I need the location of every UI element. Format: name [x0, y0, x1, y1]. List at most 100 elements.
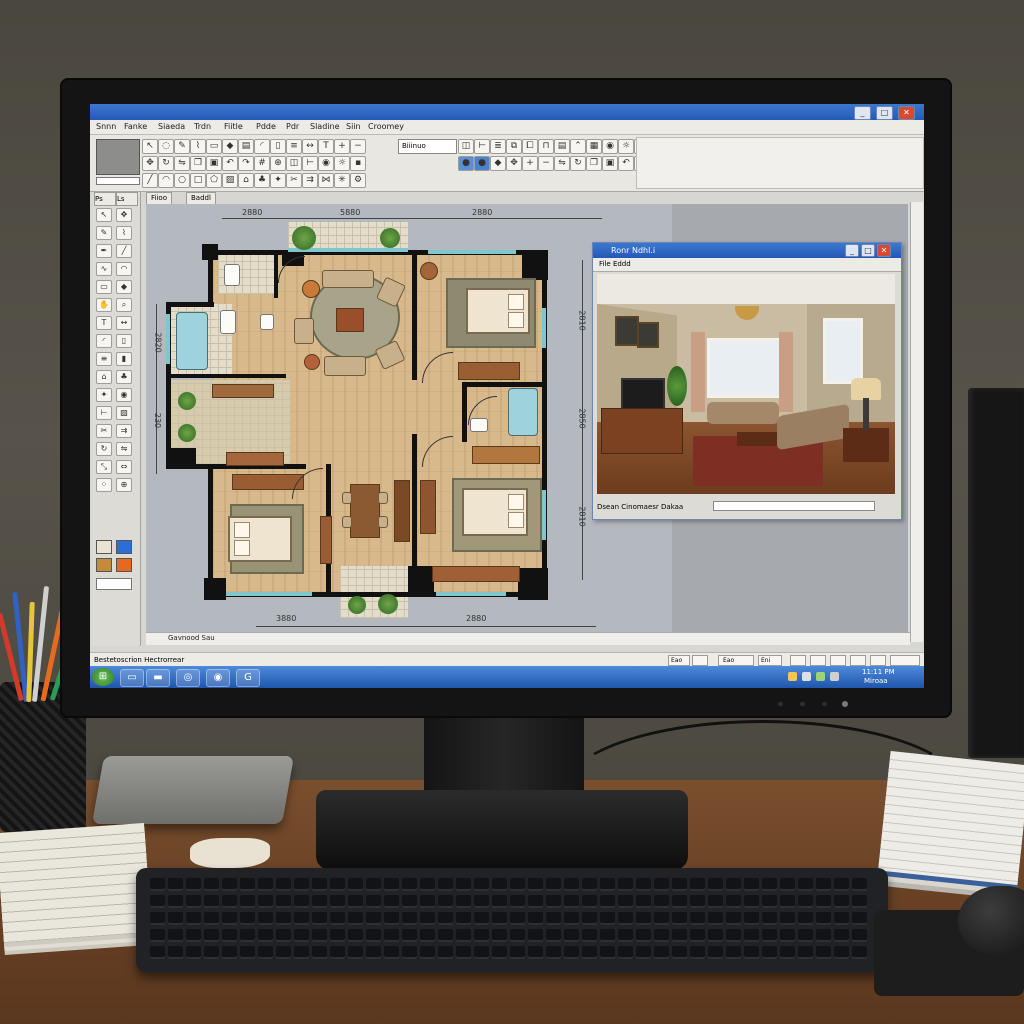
keyboard-key[interactable] — [672, 946, 687, 959]
keyboard-key[interactable] — [384, 878, 399, 891]
paste-icon[interactable]: ▣ — [206, 156, 222, 171]
keyboard-key[interactable] — [438, 895, 453, 908]
keyboard-key[interactable] — [708, 895, 723, 908]
keyboard-key[interactable] — [186, 912, 201, 925]
keyboard-key[interactable] — [546, 878, 561, 891]
keyboard-key[interactable] — [474, 929, 489, 942]
keyboard-key[interactable] — [564, 929, 579, 942]
rotate-icon[interactable]: ↻ — [570, 156, 586, 171]
brush-icon[interactable]: ⌇ — [190, 139, 206, 154]
copy-icon[interactable]: ❐ — [190, 156, 206, 171]
keyboard-key[interactable] — [204, 912, 219, 925]
vertical-scrollbar[interactable] — [910, 202, 923, 642]
material-swatch[interactable] — [116, 558, 132, 572]
keyboard-key[interactable] — [690, 878, 705, 891]
keyboard-key[interactable] — [798, 912, 813, 925]
keyboard-key[interactable] — [798, 895, 813, 908]
keyboard-key[interactable] — [312, 878, 327, 891]
keyboard-key[interactable] — [636, 878, 651, 891]
keyboard-key[interactable] — [186, 895, 201, 908]
menu-item[interactable]: Trdn — [194, 120, 211, 134]
keyboard-key[interactable] — [204, 878, 219, 891]
brush-icon[interactable]: ⌇ — [116, 226, 132, 240]
keyboard-key[interactable] — [744, 946, 759, 959]
arc-icon[interactable]: ◠ — [158, 173, 174, 188]
keyboard-key[interactable] — [528, 895, 543, 908]
bezel-button[interactable] — [778, 702, 783, 706]
zoom-in-icon[interactable]: + — [522, 156, 538, 171]
keyboard-key[interactable] — [834, 878, 849, 891]
keyboard-key[interactable] — [222, 946, 237, 959]
measure-icon[interactable]: ⊢ — [474, 139, 490, 154]
keyboard-key[interactable] — [564, 878, 579, 891]
keyboard-key[interactable] — [384, 929, 399, 942]
keyboard-key[interactable] — [456, 946, 471, 959]
keyboard-key[interactable] — [726, 912, 741, 925]
keyboard-key[interactable] — [816, 878, 831, 891]
keyboard-key[interactable] — [690, 929, 705, 942]
keyboard-key[interactable] — [582, 946, 597, 959]
volume-icon[interactable] — [830, 672, 839, 681]
hatch-icon[interactable]: ▨ — [222, 173, 238, 188]
keyboard-key[interactable] — [762, 895, 777, 908]
keyboard-key[interactable] — [204, 929, 219, 942]
trim-icon[interactable]: ✂ — [96, 424, 112, 438]
keyboard-key[interactable] — [312, 946, 327, 959]
keyboard-key[interactable] — [366, 895, 381, 908]
menu-item[interactable]: Croomey — [368, 120, 404, 134]
layer-icon[interactable]: ◫ — [458, 139, 474, 154]
bezel-button[interactable] — [800, 702, 805, 706]
keyboard-key[interactable] — [510, 929, 525, 942]
keyboard-key[interactable] — [762, 946, 777, 959]
align-icon[interactable]: ≣ — [490, 139, 506, 154]
join-icon[interactable]: ⋈ — [318, 173, 334, 188]
keyboard-key[interactable] — [474, 912, 489, 925]
lock-icon[interactable]: ⊓ — [538, 139, 554, 154]
keyboard-key[interactable] — [402, 878, 417, 891]
offset-icon[interactable]: ⇉ — [302, 173, 318, 188]
keyboard-key[interactable] — [582, 929, 597, 942]
color-icon[interactable]: ● — [458, 156, 474, 171]
clock-date[interactable]: Miroaa — [864, 673, 888, 688]
keyboard-key[interactable] — [150, 946, 165, 959]
keyboard-key[interactable] — [150, 878, 165, 891]
keyboard-key[interactable] — [276, 878, 291, 891]
render-icon[interactable]: ☼ — [334, 156, 350, 171]
window-icon[interactable]: ▯ — [270, 139, 286, 154]
cursor-icon[interactable]: ↖ — [142, 139, 158, 154]
keyboard-key[interactable] — [816, 946, 831, 959]
curve-icon[interactable]: ∿ — [96, 262, 112, 276]
keyboard-key[interactable] — [600, 929, 615, 942]
keyboard-key[interactable] — [600, 878, 615, 891]
keyboard-key[interactable] — [600, 895, 615, 908]
keyboard-key[interactable] — [510, 895, 525, 908]
keyboard-key[interactable] — [492, 946, 507, 959]
keyboard-key[interactable] — [762, 929, 777, 942]
keyboard-key[interactable] — [348, 929, 363, 942]
keyboard-key[interactable] — [528, 929, 543, 942]
power-led[interactable] — [842, 701, 848, 707]
palette-tab[interactable]: Ps — [94, 192, 116, 206]
grid-icon[interactable]: # — [254, 156, 270, 171]
keyboard-key[interactable] — [618, 912, 633, 925]
keyboard-key[interactable] — [222, 895, 237, 908]
keyboard-key[interactable] — [672, 912, 687, 925]
keyboard-key[interactable] — [672, 878, 687, 891]
arc-icon[interactable]: ◠ — [116, 262, 132, 276]
keyboard-key[interactable] — [546, 929, 561, 942]
bezel-button[interactable] — [822, 702, 827, 706]
keyboard-key[interactable] — [852, 946, 867, 959]
line-icon[interactable]: ╱ — [142, 173, 158, 188]
keyboard-key[interactable] — [780, 912, 795, 925]
keyboard-key[interactable] — [204, 946, 219, 959]
keyboard-key[interactable] — [474, 946, 489, 959]
tray-icon[interactable] — [788, 672, 797, 681]
keyboard-key[interactable] — [618, 895, 633, 908]
door-icon[interactable]: ◜ — [254, 139, 270, 154]
keyboard-key[interactable] — [258, 946, 273, 959]
keyboard-key[interactable] — [744, 878, 759, 891]
keyboard-key[interactable] — [834, 912, 849, 925]
line-icon[interactable]: ╱ — [116, 244, 132, 258]
keyboard-key[interactable] — [312, 895, 327, 908]
keyboard-key[interactable] — [564, 895, 579, 908]
